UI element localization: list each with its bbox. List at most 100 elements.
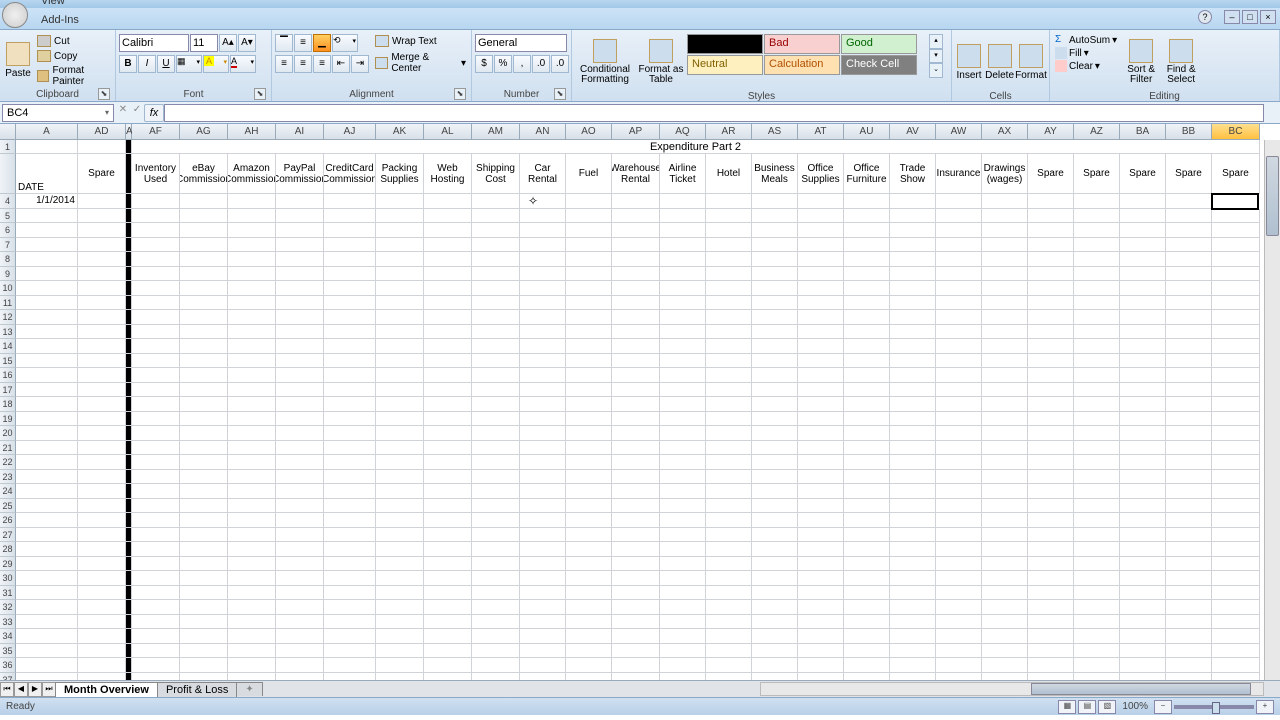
cell[interactable] (16, 397, 78, 412)
cell[interactable] (424, 484, 472, 499)
cell[interactable] (566, 296, 612, 311)
cell[interactable] (520, 310, 566, 325)
cell[interactable] (890, 441, 936, 456)
cell[interactable] (566, 397, 612, 412)
cell[interactable] (324, 557, 376, 572)
cell[interactable] (520, 557, 566, 572)
cell[interactable] (798, 209, 844, 224)
cell[interactable]: Shipping Cost (472, 154, 520, 194)
cell[interactable] (78, 673, 126, 681)
cell[interactable] (890, 354, 936, 369)
cell[interactable] (1166, 629, 1212, 644)
cell[interactable] (752, 310, 798, 325)
cell[interactable] (376, 615, 424, 630)
cell[interactable] (982, 629, 1028, 644)
cell[interactable] (472, 542, 520, 557)
cell[interactable] (324, 310, 376, 325)
cell[interactable] (180, 658, 228, 673)
cell[interactable] (180, 557, 228, 572)
cell[interactable] (132, 426, 180, 441)
cell[interactable] (660, 673, 706, 681)
cell[interactable] (1166, 412, 1212, 427)
row-header[interactable]: 12 (0, 310, 16, 325)
align-center-button[interactable]: ≡ (294, 55, 312, 73)
cell[interactable] (706, 238, 752, 253)
cell[interactable] (16, 281, 78, 296)
cell[interactable] (228, 484, 276, 499)
cell[interactable] (472, 528, 520, 543)
cell[interactable] (982, 354, 1028, 369)
cell[interactable] (324, 615, 376, 630)
cell[interactable] (936, 412, 982, 427)
cell[interactable] (1074, 339, 1120, 354)
cell[interactable] (1074, 586, 1120, 601)
cell[interactable] (706, 325, 752, 340)
cell[interactable] (180, 542, 228, 557)
cell[interactable] (16, 252, 78, 267)
cell[interactable] (798, 499, 844, 514)
cell-style-2[interactable]: Good (841, 34, 917, 54)
cell[interactable] (752, 673, 798, 681)
cell[interactable] (520, 296, 566, 311)
cell[interactable] (276, 252, 324, 267)
cell[interactable] (376, 629, 424, 644)
cell[interactable] (228, 557, 276, 572)
cell[interactable] (1166, 397, 1212, 412)
cell[interactable] (982, 499, 1028, 514)
cell[interactable] (228, 441, 276, 456)
cell[interactable] (276, 397, 324, 412)
cell[interactable] (16, 296, 78, 311)
cell[interactable] (78, 615, 126, 630)
number-format-select[interactable] (475, 34, 567, 52)
cell[interactable] (132, 484, 180, 499)
cell[interactable] (132, 296, 180, 311)
cell[interactable] (376, 296, 424, 311)
cell[interactable] (1166, 310, 1212, 325)
cell[interactable] (424, 571, 472, 586)
cell[interactable] (324, 542, 376, 557)
cell[interactable] (1212, 325, 1260, 340)
cell[interactable] (1074, 325, 1120, 340)
cell[interactable] (16, 484, 78, 499)
cell[interactable] (1120, 499, 1166, 514)
cell[interactable] (982, 368, 1028, 383)
border-button[interactable]: ▦ (176, 55, 202, 73)
cell[interactable] (936, 339, 982, 354)
cell[interactable] (228, 644, 276, 659)
cell[interactable] (1120, 470, 1166, 485)
cell[interactable] (276, 615, 324, 630)
row-header[interactable]: 31 (0, 586, 16, 601)
row-header[interactable]: 37 (0, 673, 16, 681)
cell[interactable] (660, 441, 706, 456)
cell[interactable] (612, 470, 660, 485)
sheet-tab-profit-loss[interactable]: Profit & Loss (157, 682, 237, 697)
cell[interactable] (660, 484, 706, 499)
cell[interactable] (798, 513, 844, 528)
cell[interactable] (566, 586, 612, 601)
cell[interactable] (78, 238, 126, 253)
cell[interactable] (276, 528, 324, 543)
cell[interactable] (798, 586, 844, 601)
cell[interactable] (376, 339, 424, 354)
cell[interactable] (228, 194, 276, 209)
cell[interactable] (520, 368, 566, 383)
cell[interactable] (132, 354, 180, 369)
cell[interactable] (1120, 383, 1166, 398)
cell[interactable] (1212, 281, 1260, 296)
cell[interactable] (424, 673, 472, 681)
cell[interactable] (612, 513, 660, 528)
cell[interactable] (228, 658, 276, 673)
cell[interactable] (1120, 441, 1166, 456)
cell[interactable] (132, 339, 180, 354)
cell[interactable] (1074, 600, 1120, 615)
cell[interactable] (612, 629, 660, 644)
cut-button[interactable]: Cut (35, 34, 112, 48)
cell[interactable] (1120, 571, 1166, 586)
cell[interactable] (706, 557, 752, 572)
formula-input[interactable] (164, 104, 1264, 122)
cell[interactable] (472, 325, 520, 340)
cell[interactable] (844, 499, 890, 514)
cell[interactable] (1074, 426, 1120, 441)
orientation-button[interactable]: ⟲ (332, 34, 358, 52)
cell[interactable] (1166, 499, 1212, 514)
